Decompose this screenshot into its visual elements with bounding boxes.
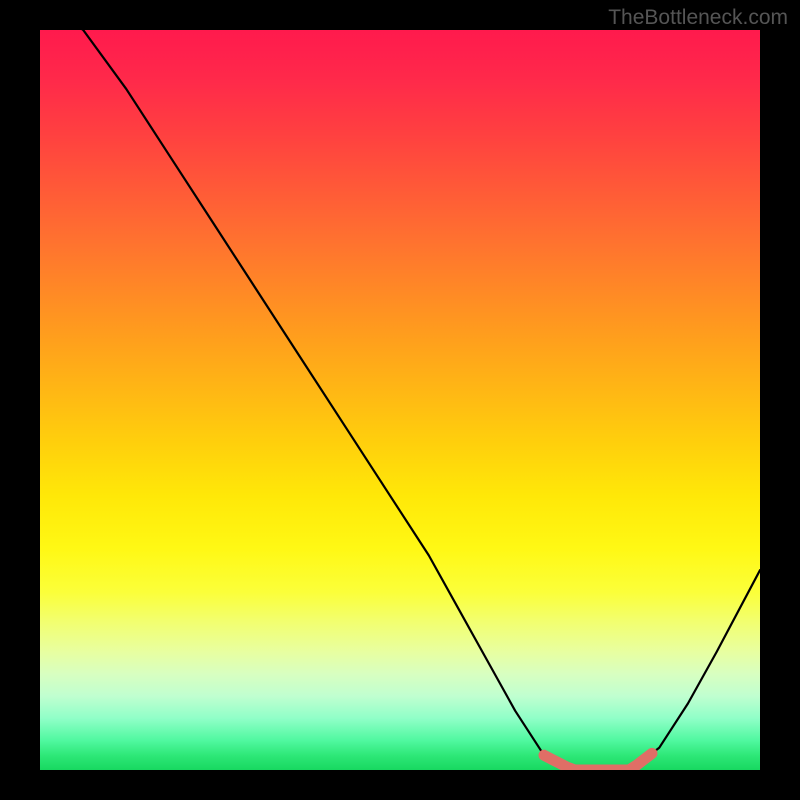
plot-area xyxy=(40,30,760,770)
basin-highlight-line xyxy=(544,753,652,770)
curve-svg xyxy=(40,30,760,770)
bottleneck-curve-line xyxy=(40,30,760,770)
watermark-text: TheBottleneck.com xyxy=(608,6,788,30)
